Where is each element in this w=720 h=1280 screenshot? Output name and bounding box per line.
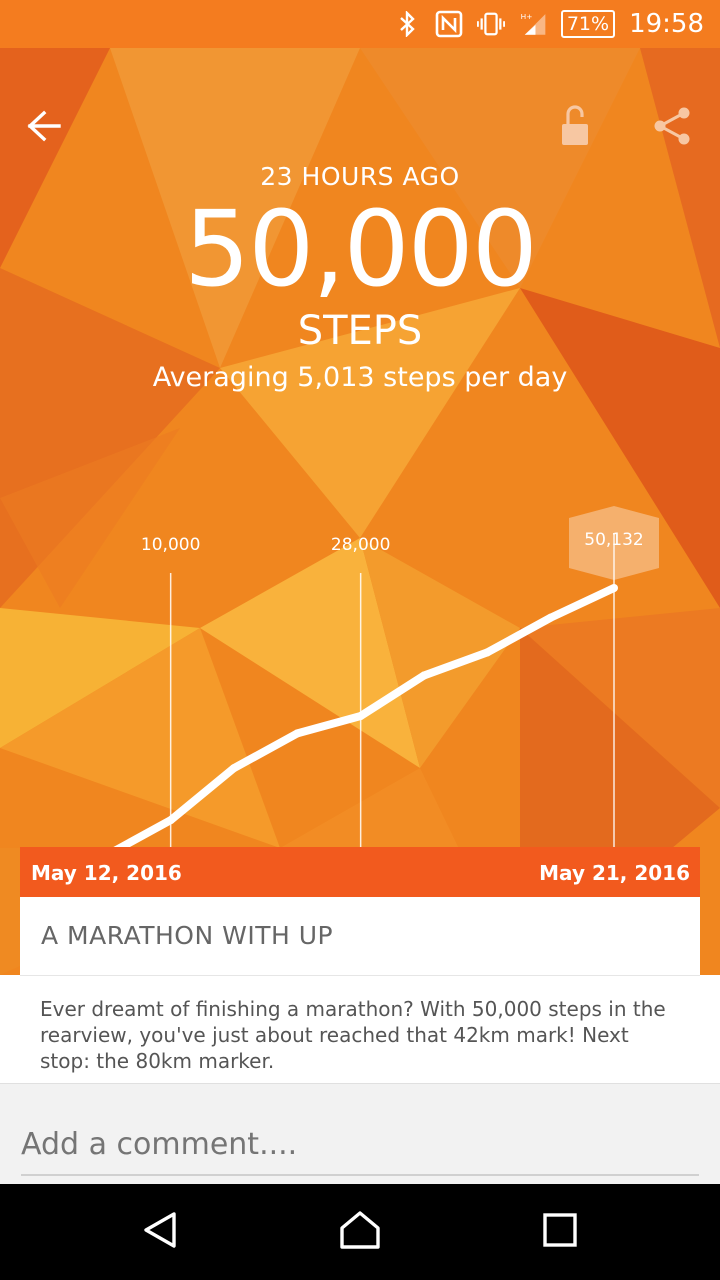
clock: 19:58 (629, 9, 704, 39)
data-point (166, 816, 175, 825)
data-point (610, 584, 618, 592)
bluetooth-icon (393, 10, 421, 38)
comment-input[interactable] (21, 1114, 699, 1176)
achievement-title: A MARATHON WITH UP (41, 921, 334, 950)
svg-text:H+: H+ (520, 12, 532, 21)
marker-label: 28,000 (331, 535, 390, 555)
data-point (483, 648, 492, 657)
status-bar: H+ 71% 19:58 (0, 0, 720, 48)
nav-home-icon (338, 1210, 382, 1254)
signal-icon: H+ (519, 10, 547, 38)
system-nav-bar (0, 1184, 720, 1280)
data-point (420, 671, 428, 680)
start-date: May 12, 2016 (31, 861, 182, 885)
nav-home-button[interactable] (330, 1202, 390, 1262)
data-point (230, 764, 238, 773)
battery-indicator: 71% (560, 10, 616, 38)
end-date: May 21, 2016 (539, 861, 690, 885)
steps-chart: 10,000 28,000 50,132 (40, 506, 659, 895)
nav-back-button[interactable] (130, 1202, 190, 1262)
nfc-icon (435, 10, 463, 38)
marker-label: 50,132 (584, 530, 643, 550)
hero-banner: 23 HOURS AGO 50,000 STEPS Averaging 5,01… (0, 48, 720, 975)
vibrate-icon (476, 10, 505, 38)
nav-back-icon (140, 1210, 180, 1254)
marker-label: 10,000 (141, 535, 200, 555)
data-point (356, 712, 365, 721)
data-point (546, 613, 555, 622)
comment-bar (0, 1083, 720, 1185)
steps-series-line (42, 584, 616, 882)
nav-recents-icon (542, 1212, 578, 1252)
achievement-description: Ever dreamt of finishing a marathon? Wit… (40, 997, 666, 1073)
date-range-bar: May 12, 2016 May 21, 2016 (20, 847, 700, 897)
nav-recents-button[interactable] (530, 1202, 590, 1262)
achievement-description-card: Ever dreamt of finishing a marathon? Wit… (20, 975, 700, 1076)
data-point (293, 729, 302, 738)
achievement-card: A MARATHON WITH UP (20, 897, 700, 975)
